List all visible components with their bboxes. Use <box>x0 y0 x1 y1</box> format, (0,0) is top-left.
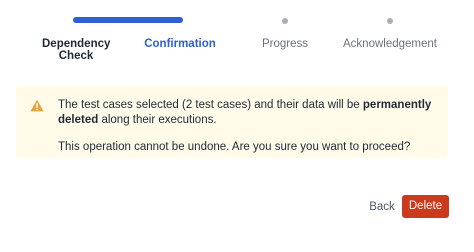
warning-alert: The test cases selected (2 test cases) a… <box>16 86 448 158</box>
alert-text-suffix: along their executions. <box>98 114 217 126</box>
step-dot-acknowledgement <box>387 18 393 24</box>
progress-track-active <box>73 17 183 23</box>
alert-text-prefix: The test cases selected (2 test cases) a… <box>58 99 363 111</box>
step-confirmation[interactable]: Confirmation <box>140 38 220 50</box>
step-label-line2: Check <box>58 50 94 62</box>
alert-line-1: The test cases selected (2 test cases) a… <box>58 98 438 128</box>
step-dependency-check[interactable]: Dependency Check <box>42 38 110 62</box>
alert-line-2: This operation cannot be undone. Are you… <box>58 141 411 153</box>
delete-button[interactable]: Delete <box>402 195 449 218</box>
warning-icon <box>30 99 44 112</box>
step-progress[interactable]: Progress <box>255 38 315 50</box>
step-label-line1: Dependency <box>42 38 111 50</box>
alert-message: The test cases selected (2 test cases) a… <box>58 98 438 155</box>
step-acknowledgement[interactable]: Acknowledgement <box>340 38 440 50</box>
back-button[interactable]: Back <box>366 196 398 218</box>
step-dot-progress <box>282 18 288 24</box>
stepper: Dependency Check Confirmation Progress A… <box>0 0 474 80</box>
